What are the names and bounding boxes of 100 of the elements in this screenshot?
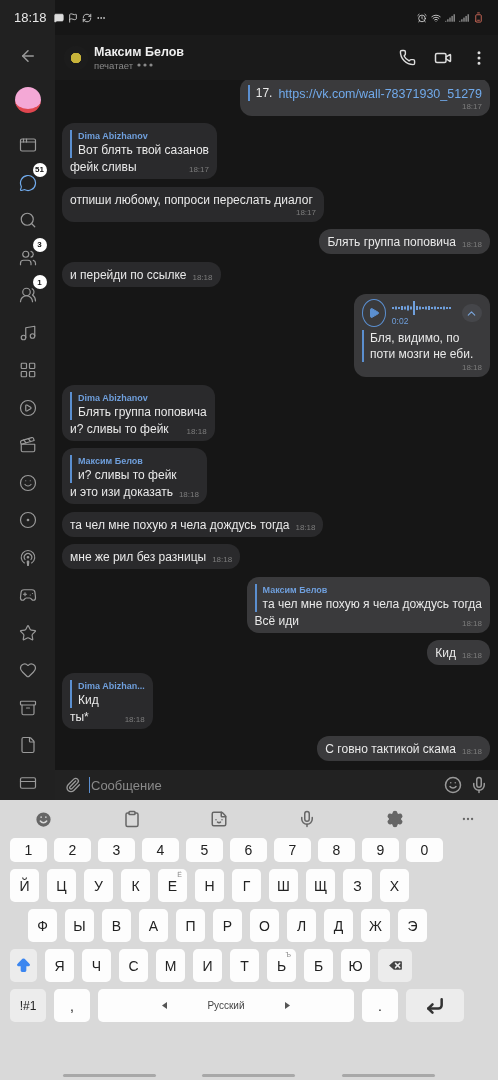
chat-bubble-icon[interactable] xyxy=(18,173,37,192)
shift-key[interactable] xyxy=(10,949,37,982)
smiley-icon[interactable] xyxy=(18,473,37,492)
keyboard-key[interactable]: Х xyxy=(380,869,409,902)
archive-icon[interactable] xyxy=(18,698,37,717)
enter-icon xyxy=(425,995,445,1016)
clipboard-icon[interactable] xyxy=(122,810,141,828)
message-text: отпиши любому, попроси переслать диалог xyxy=(70,191,313,208)
keyboard-key[interactable]: Р xyxy=(213,909,242,942)
status-time: 18:18 xyxy=(14,10,47,25)
enter-key[interactable] xyxy=(406,989,464,1022)
reply-author: Максим Белов xyxy=(78,455,144,467)
reply-author: Максим Белов xyxy=(262,583,329,596)
keyboard-key[interactable]: 5 xyxy=(186,838,223,862)
keyboard-key[interactable]: К xyxy=(121,869,150,902)
reply-text: Кид xyxy=(78,691,100,708)
message-text: мне же рил без разницы xyxy=(70,549,207,565)
message-time: 18:18 xyxy=(186,426,207,437)
keyboard-key[interactable]: О xyxy=(250,909,279,942)
star-icon[interactable] xyxy=(18,623,37,642)
reply-author: Dima Abizhanov xyxy=(78,130,149,142)
grid-icon[interactable] xyxy=(18,361,37,379)
window-icon[interactable] xyxy=(18,136,37,154)
keyboard-key[interactable]: Ч xyxy=(82,949,111,982)
play-circle-icon[interactable] xyxy=(18,398,37,417)
message-text: С говно тактикой скама xyxy=(325,741,456,757)
message-composer[interactable]: Сообщение xyxy=(55,770,498,800)
message-time: 18:18 xyxy=(212,555,233,565)
search-icon[interactable] xyxy=(18,211,37,229)
keyboard-key[interactable]: , xyxy=(54,989,90,1022)
reply-author: Dima Abizhanov xyxy=(78,391,149,404)
keyboard-key[interactable]: Д xyxy=(324,909,353,942)
message-text: та чел мне похую я чела дождусь тогда xyxy=(70,516,290,533)
keyboard-key[interactable]: М xyxy=(156,949,185,982)
keyboard-key[interactable]: . xyxy=(362,989,398,1022)
keyboard-key[interactable]: 2 xyxy=(54,838,91,862)
message-text: ты* xyxy=(70,708,89,725)
keyboard-key[interactable]: С xyxy=(119,949,148,982)
keyboard-key[interactable]: 0 xyxy=(406,838,443,862)
keyboard-key[interactable]: Ж xyxy=(361,909,390,942)
keyboard-key[interactable]: Я xyxy=(45,949,74,982)
reply-text: та чел мне похую я чела дождусь тогда xyxy=(262,595,482,612)
keyboard-key[interactable]: П xyxy=(176,909,205,942)
keyboard-key[interactable]: З xyxy=(343,869,372,902)
keyboard-key[interactable]: 4 xyxy=(142,838,179,862)
microphone-icon[interactable] xyxy=(470,776,488,794)
keyboard-key[interactable]: 6 xyxy=(230,838,267,862)
keyboard-key[interactable]: 8 xyxy=(318,838,355,862)
battery-icon xyxy=(473,12,484,23)
gamepad-icon[interactable] xyxy=(18,586,37,604)
sticker-icon[interactable] xyxy=(210,810,229,828)
wifi-icon xyxy=(431,12,441,23)
shift-arrow-icon xyxy=(15,957,32,974)
space-key[interactable]: Русский xyxy=(98,989,354,1022)
keyboard-key[interactable]: Н xyxy=(195,869,224,902)
backspace-key[interactable] xyxy=(378,949,412,982)
alarm-icon xyxy=(417,12,427,23)
keyboard-key[interactable]: Г xyxy=(232,869,261,902)
keyboard-key[interactable]: 9 xyxy=(362,838,399,862)
group-icon[interactable] xyxy=(18,286,37,304)
keyboard-key[interactable]: Ц xyxy=(47,869,76,902)
emoji-icon[interactable] xyxy=(444,776,462,794)
keyboard-key[interactable]: У xyxy=(84,869,113,902)
settings-icon[interactable] xyxy=(385,810,404,828)
message-time: 18:17 xyxy=(295,207,316,218)
keyboard-key[interactable]: 7 xyxy=(274,838,311,862)
keyboard-key[interactable]: Ш xyxy=(269,869,298,902)
symbols-key[interactable]: !#1 xyxy=(10,989,46,1022)
message-text: Всё иди xyxy=(254,612,299,629)
phone-icon[interactable] xyxy=(399,49,416,66)
keyboard-key[interactable]: Ы xyxy=(65,909,94,942)
music-note-icon[interactable] xyxy=(18,323,37,342)
keyboard-key[interactable]: Э xyxy=(398,909,427,942)
people-icon[interactable] xyxy=(18,248,37,267)
message-link[interactable]: https://vk.com/wall-78371930_51279 xyxy=(278,86,482,101)
keyboard-key[interactable]: Л xyxy=(287,909,316,942)
file-icon[interactable] xyxy=(18,736,37,754)
keyboard-key[interactable]: Ф xyxy=(28,909,57,942)
keyboard-key[interactable]: Щ xyxy=(306,869,335,902)
keyboard-key[interactable]: Т xyxy=(230,949,259,982)
clapperboard-icon[interactable] xyxy=(18,436,37,454)
list-number: 17. xyxy=(255,84,273,101)
keyboard-key[interactable]: Б xyxy=(304,949,333,982)
keyboard-key[interactable]: Ю xyxy=(341,949,370,982)
keyboard-key[interactable]: В xyxy=(102,909,131,942)
expand-button[interactable] xyxy=(461,304,482,322)
podcast-icon[interactable] xyxy=(18,548,37,567)
keyboard-key[interactable]: И xyxy=(193,949,222,982)
message-icon xyxy=(53,12,64,23)
keyboard-key[interactable]: Й xyxy=(10,869,39,902)
avatar[interactable] xyxy=(14,86,41,113)
reply-text: и? сливы то фейк xyxy=(78,467,178,483)
keyboard-key[interactable]: 1 xyxy=(10,838,47,862)
keyboard-key[interactable]: А xyxy=(139,909,168,942)
heart-icon[interactable] xyxy=(18,661,37,679)
keyboard-key[interactable]: 3 xyxy=(98,838,135,862)
target-icon[interactable] xyxy=(18,511,37,529)
attach-icon[interactable] xyxy=(65,777,81,793)
count-badge: 3 xyxy=(32,237,47,252)
reply-text: Блять группа поповича xyxy=(78,403,207,420)
